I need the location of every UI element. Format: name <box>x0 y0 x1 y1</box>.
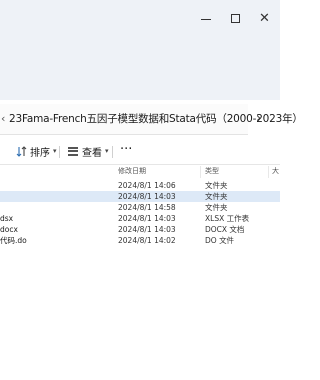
file-name: dsx <box>0 214 14 223</box>
breadcrumb[interactable]: ‹ 23Fama-French五因子模型数据和Stata代码（2000-2023… <box>0 104 303 135</box>
column-header-type[interactable]: 类型 <box>205 166 219 178</box>
maximize-icon[interactable] <box>231 14 240 23</box>
toolbar-divider <box>59 146 60 158</box>
view-label: 查看 <box>82 147 102 159</box>
file-type: DOCX 文档 <box>205 225 245 234</box>
file-row[interactable]: 2024/8/1 14:06 文件夹 <box>0 180 280 191</box>
column-header-date[interactable]: 修改日期 <box>118 166 146 178</box>
more-options-button[interactable]: ··· <box>120 140 132 158</box>
file-date: 2024/8/1 14:02 <box>118 236 176 245</box>
chevron-right-icon[interactable]: › <box>256 104 261 134</box>
file-name: docx <box>0 225 18 234</box>
view-icon <box>68 146 78 156</box>
file-type: 文件夹 <box>205 203 228 212</box>
file-date: 2024/8/1 14:58 <box>118 203 176 212</box>
file-name: 代码.do <box>0 236 27 245</box>
column-divider[interactable] <box>268 166 269 178</box>
sort-label: 排序 <box>30 147 50 159</box>
title-bar: ✕ <box>0 0 280 100</box>
file-row[interactable]: dsx 2024/8/1 14:03 XLSX 工作表 <box>0 213 280 224</box>
file-type: 文件夹 <box>205 192 228 201</box>
column-header-size[interactable]: 大 <box>272 166 279 178</box>
file-date: 2024/8/1 14:03 <box>118 225 176 234</box>
file-row[interactable]: 2024/8/1 14:58 文件夹 <box>0 202 280 213</box>
file-date: 2024/8/1 14:03 <box>118 192 176 201</box>
chevron-left-icon[interactable]: ‹ <box>1 104 5 134</box>
file-row[interactable]: 代码.do 2024/8/1 14:02 DO 文件 <box>0 235 280 246</box>
sort-button[interactable]: 排序 ▾ <box>16 142 57 160</box>
file-type: XLSX 工作表 <box>205 214 250 223</box>
window-controls: ✕ <box>0 10 280 30</box>
file-type: DO 文件 <box>205 236 235 245</box>
file-date: 2024/8/1 14:06 <box>118 181 176 190</box>
close-icon[interactable]: ✕ <box>259 12 270 25</box>
column-divider[interactable] <box>200 166 201 178</box>
chevron-down-icon: ▾ <box>53 147 57 155</box>
toolbar-divider <box>112 146 113 158</box>
sort-icon <box>16 145 27 157</box>
file-type: 文件夹 <box>205 181 228 190</box>
view-button[interactable]: 查看 ▾ <box>68 142 109 160</box>
file-row[interactable]: docx 2024/8/1 14:03 DOCX 文档 <box>0 224 280 235</box>
chevron-down-icon: ▾ <box>105 147 109 155</box>
minimize-icon[interactable] <box>201 19 211 20</box>
address-bar: ‹ 23Fama-French五因子模型数据和Stata代码（2000-2023… <box>0 104 303 135</box>
file-date: 2024/8/1 14:03 <box>118 214 176 223</box>
file-row[interactable]: 2024/8/1 14:03 文件夹 <box>0 191 280 202</box>
command-bar: 排序 ▾ 查看 ▾ ··· <box>0 138 280 165</box>
